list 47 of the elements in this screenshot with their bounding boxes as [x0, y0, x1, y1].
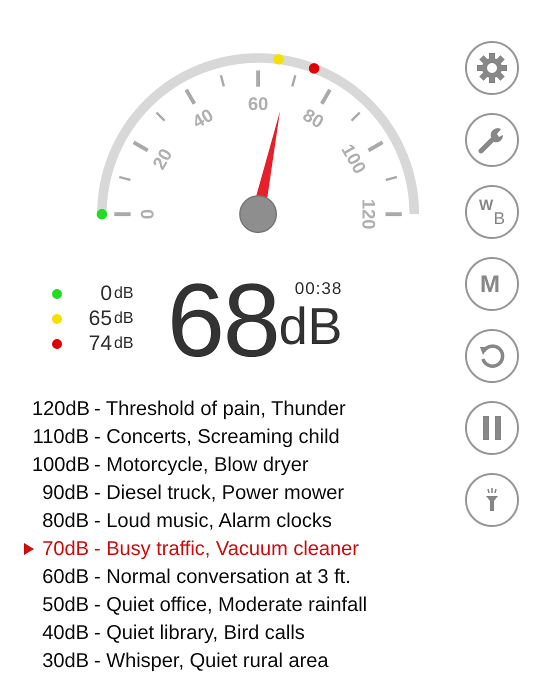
reference-level: 100dB: [32, 454, 89, 476]
reference-description: - Diesel truck, Power mower: [94, 482, 344, 504]
legend-unit: dB: [114, 284, 134, 302]
reference-level: 60dB: [41, 566, 89, 588]
reference-level: 120dB: [32, 398, 89, 420]
wrench-button[interactable]: [465, 113, 519, 167]
scale-label: 20: [148, 145, 176, 173]
reference-level: 80dB: [41, 510, 89, 532]
scale-label: 120: [358, 199, 378, 230]
legend-value: 65: [88, 306, 112, 330]
mode-button[interactable]: M: [465, 257, 519, 311]
reference-description: - Concerts, Screaming child: [94, 426, 340, 448]
decibel-unit: dB: [278, 299, 342, 355]
reference-description: - Whisper, Quiet rural area: [94, 650, 329, 672]
settings-icon: [476, 52, 508, 84]
legend-value: 0: [99, 282, 112, 306]
flashlight-button[interactable]: [465, 473, 519, 527]
legend-unit: dB: [114, 310, 134, 328]
scale-label: 100: [337, 140, 370, 178]
reference-level: 70dB: [41, 538, 89, 560]
reference-description: - Threshold of pain, Thunder: [94, 398, 346, 420]
reference-description: - Quiet office, Moderate rainfall: [94, 594, 368, 616]
needle-hub: [239, 195, 277, 234]
reference-level: 40dB: [41, 622, 89, 644]
reference-level: 90dB: [41, 482, 89, 504]
pause-icon: [480, 415, 504, 441]
reference-description: - Normal conversation at 3 ft.: [94, 566, 351, 588]
scale-label: 60: [248, 94, 268, 114]
reference-description: - Quiet library, Bird calls: [94, 622, 305, 644]
reference-description: - Motorcycle, Blow dryer: [94, 454, 308, 476]
reference-level: 30dB: [41, 650, 89, 672]
mode-button[interactable]: W B: [465, 185, 519, 239]
scale-label: 0: [138, 209, 158, 220]
legend-value: 74: [88, 332, 112, 356]
decibel-reading: 68: [167, 271, 279, 371]
reference-level: 50dB: [41, 594, 89, 616]
pause-button[interactable]: [465, 401, 519, 455]
timer: 00:38: [294, 279, 342, 299]
reference-description: - Loud music, Alarm clocks: [94, 510, 332, 532]
pointer-icon: [24, 543, 34, 555]
reference-description: - Busy traffic, Vacuum cleaner: [94, 538, 359, 560]
scale-label: 40: [189, 104, 217, 132]
scale-label: 80: [300, 104, 328, 132]
settings-button[interactable]: [465, 41, 519, 95]
reset-button[interactable]: [465, 329, 519, 383]
reference-level: 110dB: [32, 426, 89, 448]
legend-unit: dB: [114, 334, 134, 352]
